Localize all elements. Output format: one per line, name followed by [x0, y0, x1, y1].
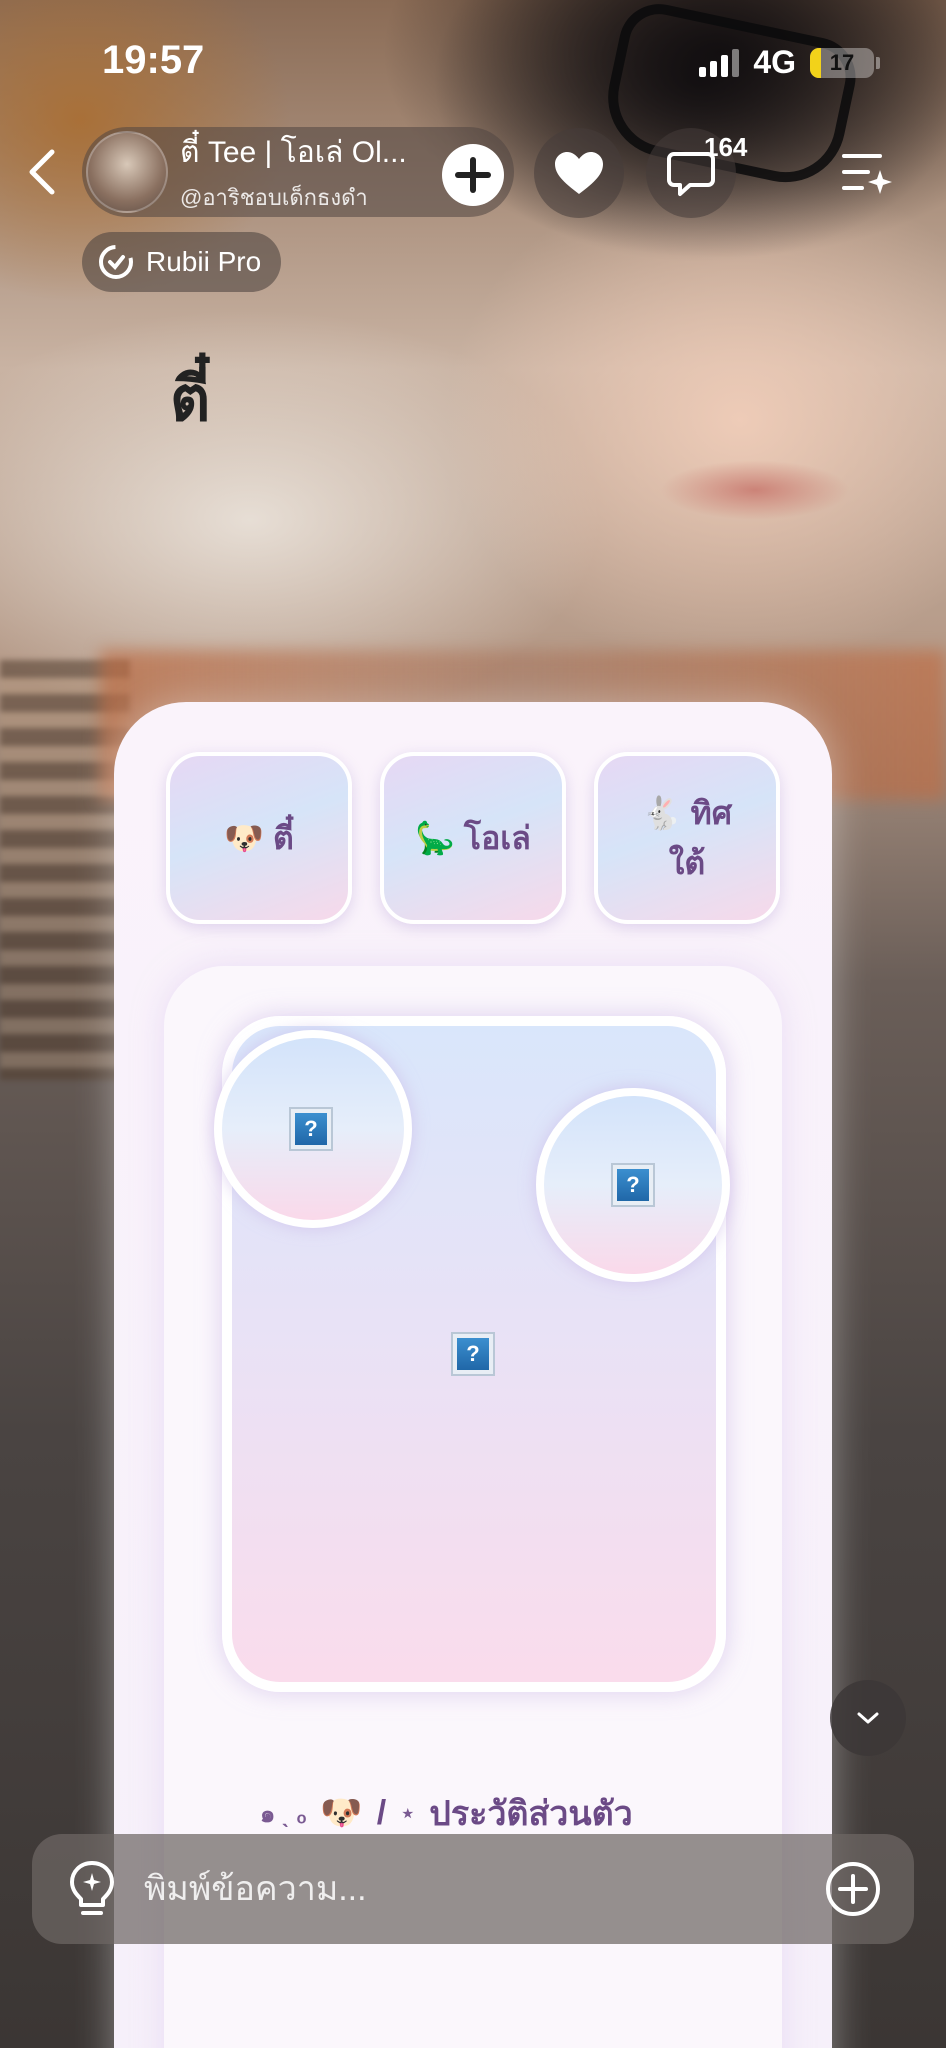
- rubii-logo-icon: [99, 245, 133, 279]
- status-indicators: 4G 17: [699, 44, 880, 81]
- rabbit-emoji-icon: 🐇: [641, 795, 682, 831]
- message-composer: [32, 1834, 914, 1944]
- battery-tip: [876, 56, 880, 69]
- tab-olay-label: โอเล่: [463, 820, 531, 856]
- comment-count: 164: [704, 132, 748, 162]
- signal-icon: [699, 48, 740, 77]
- character-name: ตี๋ Tee | โอเล่ Ol...: [180, 136, 407, 169]
- star-icon: ⋆: [400, 1799, 416, 1827]
- idea-button[interactable]: [66, 1859, 118, 1919]
- profile-section-heading: ๑ ˎ ₒ 🐶 / ⋆ ประวัติส่วนตัว: [260, 1786, 633, 1840]
- profile-section-title: ประวัติส่วนตัว: [429, 1795, 633, 1833]
- tab-tee-content: 🐶 ตี๋: [224, 813, 294, 863]
- lightbulb-icon: [70, 1861, 114, 1915]
- like-button[interactable]: [534, 128, 624, 218]
- menu-sparkle-icon: [842, 154, 892, 194]
- broken-image-icon: ?: [451, 1332, 495, 1376]
- battery-level: 17: [829, 49, 855, 75]
- tab-south-content: 🐇 ทิศใต้: [627, 788, 747, 888]
- tab-olay[interactable]: 🦕 โอเล่: [380, 752, 566, 924]
- scroll-down-button[interactable]: [830, 1680, 906, 1756]
- tab-tee[interactable]: 🐶 ตี๋: [166, 752, 352, 924]
- status-time: 19:57: [102, 38, 205, 82]
- profile-separator: /: [376, 1793, 387, 1832]
- battery-icon: 17: [810, 47, 874, 78]
- tab-south[interactable]: 🐇 ทิศใต้: [594, 752, 780, 924]
- plus-icon: [455, 157, 491, 193]
- broken-image-icon: ?: [611, 1163, 655, 1207]
- profile-prefix-decoration: ๑ ˎ ₒ: [260, 1800, 307, 1828]
- character-text: ตี๋ Tee | โอเล่ Ol... @อาริชอบเด็กธงดำ: [180, 129, 407, 215]
- broken-image-icon: ?: [289, 1107, 333, 1151]
- chevron-down-icon: [857, 1712, 879, 1724]
- dog-emoji-icon: 🐶: [320, 1794, 363, 1832]
- background-watermark-text: ตี๋: [170, 362, 211, 435]
- avatar[interactable]: [86, 131, 168, 213]
- dog-emoji-icon: 🐶: [224, 820, 265, 856]
- background-lips: [660, 460, 850, 520]
- menu-button[interactable]: [840, 148, 894, 198]
- back-button[interactable]: [22, 142, 62, 202]
- rubii-pro-badge[interactable]: Rubii Pro: [82, 232, 282, 292]
- battery-fill: [810, 47, 821, 78]
- tab-olay-content: 🦕 โอเล่: [415, 813, 531, 863]
- attach-button[interactable]: [824, 1860, 882, 1918]
- network-type: 4G: [753, 44, 796, 80]
- tab-tee-label: ตี๋: [272, 820, 294, 856]
- character-handle: @อาริชอบเด็กธงดำ: [180, 185, 368, 210]
- plus-circle-icon: [826, 1862, 880, 1916]
- dinosaur-emoji-icon: 🦕: [415, 820, 455, 856]
- message-input[interactable]: [144, 1869, 824, 1909]
- rubii-pro-label: Rubii Pro: [146, 246, 262, 277]
- heart-icon: [555, 152, 603, 194]
- follow-button[interactable]: [442, 144, 504, 206]
- chevron-left-icon: [29, 149, 55, 195]
